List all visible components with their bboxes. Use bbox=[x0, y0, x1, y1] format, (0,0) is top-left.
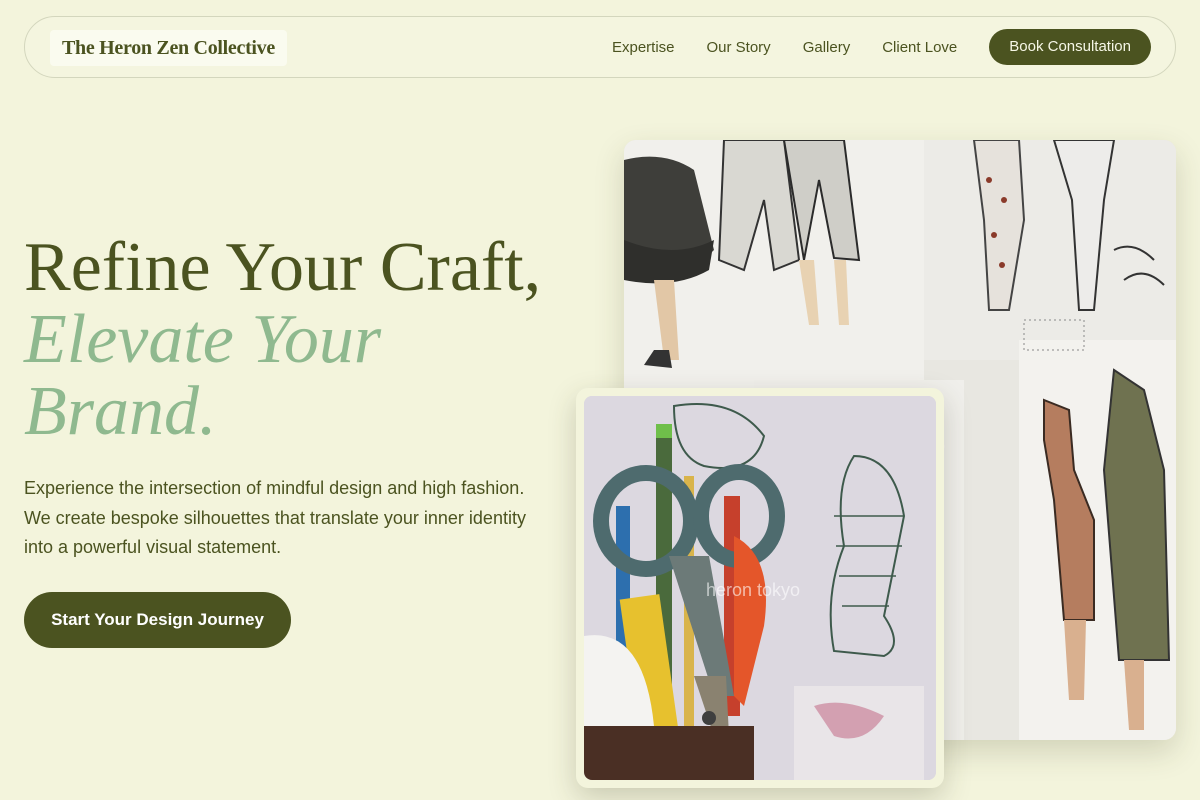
hero-title-line-3: Brand. bbox=[24, 373, 217, 450]
top-navigation: The Heron Zen Collective Expertise Our S… bbox=[24, 16, 1176, 78]
hero-title: Refine Your Craft, Elevate Your Brand. bbox=[24, 232, 541, 448]
book-consultation-button[interactable]: Book Consultation bbox=[989, 29, 1151, 65]
nav-link-our-story[interactable]: Our Story bbox=[707, 39, 771, 56]
nav-links: Expertise Our Story Gallery Client Love … bbox=[612, 29, 1151, 65]
hero-title-line-2: Elevate Your bbox=[24, 301, 382, 378]
small-image-watermark: heron tokyo bbox=[706, 580, 800, 600]
brand-logo[interactable]: The Heron Zen Collective bbox=[50, 30, 287, 66]
hero-title-line-1: Refine Your Craft, bbox=[24, 229, 542, 306]
tools-image-frame: heron tokyo bbox=[576, 388, 944, 788]
scissors-pencils-illustration: heron tokyo bbox=[584, 396, 936, 780]
start-design-journey-button[interactable]: Start Your Design Journey bbox=[24, 592, 291, 648]
nav-link-gallery[interactable]: Gallery bbox=[803, 39, 851, 56]
nav-link-client-love[interactable]: Client Love bbox=[882, 39, 957, 56]
hero-description: Experience the intersection of mindful d… bbox=[24, 478, 526, 557]
nav-link-expertise[interactable]: Expertise bbox=[612, 39, 675, 56]
scissors-pencils-image: heron tokyo bbox=[584, 396, 936, 780]
